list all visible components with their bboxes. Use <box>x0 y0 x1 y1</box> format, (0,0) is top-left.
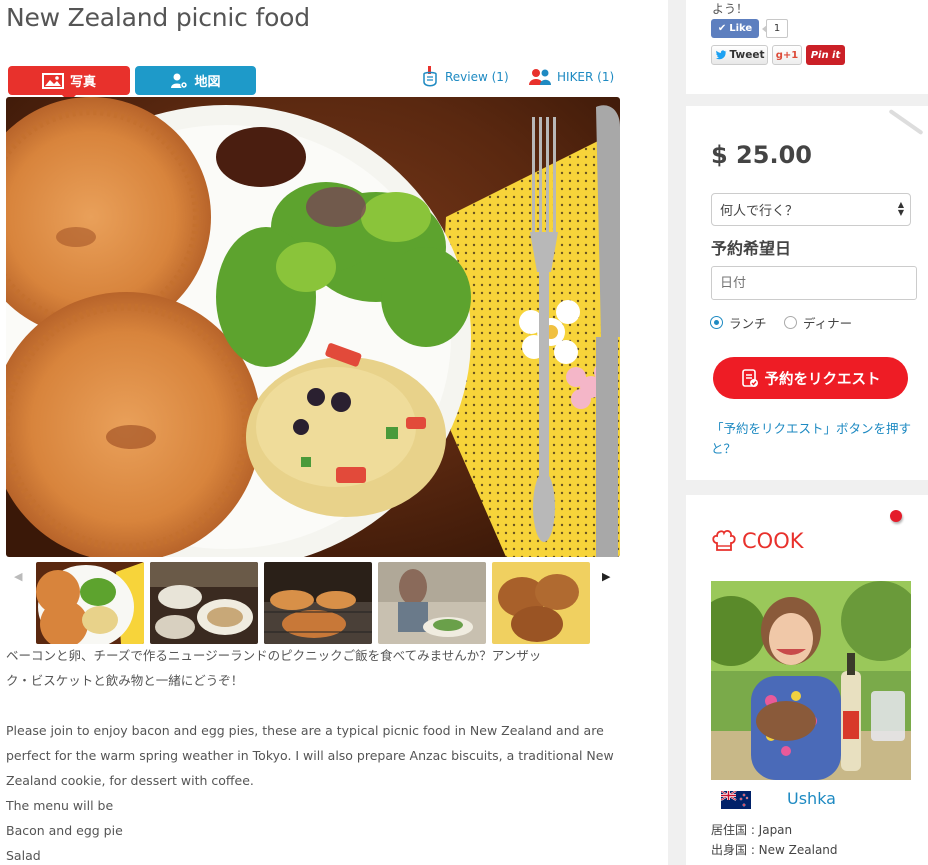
chef-hat-icon <box>712 529 736 551</box>
cook-heading: COOK <box>711 529 804 553</box>
review-link-label: Review (1) <box>445 70 509 84</box>
radio-dinner-label: ディナー <box>803 316 853 331</box>
social-text: よう！ <box>712 2 749 16</box>
radio-dinner-circle[interactable] <box>784 316 797 329</box>
radio-lunch-circle[interactable] <box>710 316 723 329</box>
new-zealand-flag-icon <box>721 791 751 809</box>
pinterest-button[interactable]: Pin it <box>806 45 845 65</box>
review-hand-icon <box>423 66 437 87</box>
thumbnail[interactable] <box>378 562 486 644</box>
twitter-bird-icon <box>715 50 726 60</box>
like-label: Like <box>729 23 753 34</box>
checklist-icon <box>741 369 758 387</box>
radio-lunch[interactable]: ランチ <box>710 313 767 332</box>
main-content: New Zealand picnic food 写真 地図 Review (1) <box>0 0 668 865</box>
thumbnail-image <box>492 562 590 644</box>
facebook-like-button[interactable]: ✔ Like <box>711 19 759 38</box>
description-line: Please join to enjoy bacon and egg pies,… <box>6 723 604 738</box>
tab-map[interactable]: 地図 <box>135 66 256 95</box>
tab-photo-label: 写真 <box>69 75 96 90</box>
thumbs-up-icon: ✔ <box>717 23 727 34</box>
cook-name-link[interactable]: Ushka <box>787 789 836 808</box>
thumbnail[interactable] <box>150 562 258 644</box>
thumbnail[interactable] <box>264 562 372 644</box>
food-photo-illustration <box>6 97 620 557</box>
thumb-prev-arrow[interactable]: ◀ <box>14 570 22 583</box>
tab-map-label: 地図 <box>194 75 221 90</box>
date-input[interactable] <box>711 266 917 300</box>
request-button-label: 予約をリクエスト <box>764 371 881 388</box>
cook-residence: 居住国 : Japan <box>711 823 793 837</box>
radio-lunch-label: ランチ <box>729 316 767 331</box>
description-line: Salad <box>6 848 41 863</box>
tweet-label: Tweet <box>729 49 765 61</box>
social-card: よう！ ✔ Like 1 Tweet g+1 Pin it <box>686 0 928 94</box>
google-plus-button[interactable]: g+1 <box>772 45 802 65</box>
thumbnail[interactable] <box>36 562 144 644</box>
thumbnail[interactable] <box>492 562 590 644</box>
price: $ 25.00 <box>711 141 812 169</box>
thumbnail-image <box>264 562 372 644</box>
cook-avatar[interactable] <box>711 581 911 780</box>
people-select-value: 何人で行く？ <box>720 204 799 219</box>
cook-card: COOK Ushka 居住国: Japan 出身国: New Zealand <box>686 495 928 865</box>
thumbnail-image <box>36 562 144 644</box>
thumbnail-image <box>378 562 486 644</box>
cook-origin: 出身国 : New Zealand <box>711 843 838 857</box>
tab-photo[interactable]: 写真 <box>8 66 130 102</box>
hiker-link[interactable]: HIKER (1) <box>528 66 614 88</box>
description-line: Bacon and egg pie <box>6 823 123 838</box>
request-help-link[interactable]: 「予約をリクエスト」ボタンを押すと？ <box>711 419 916 459</box>
select-arrows-icon: ▲ ▼ <box>897 200 904 217</box>
description-line: Zealand cookie, for dessert with coffee. <box>6 773 254 788</box>
people-select[interactable]: 何人で行く？ ▲ ▼ <box>711 193 911 226</box>
pen-decoration-icon <box>888 108 924 136</box>
photo-icon <box>41 72 64 89</box>
cook-photo-illustration <box>711 581 911 780</box>
description-line: ベーコンと卵、チーズで作るニュージーランドのピクニックご飯を食べてみませんか？ア… <box>6 648 542 663</box>
cook-heading-label: COOK <box>742 529 804 553</box>
main-food-photo[interactable] <box>6 97 620 557</box>
review-link[interactable]: Review (1) <box>420 66 509 88</box>
like-count: 1 <box>762 19 788 38</box>
map-pin-user-icon <box>171 73 189 89</box>
radio-dinner[interactable]: ディナー <box>784 313 852 332</box>
description-line: ク・ビスケットと飲み物と一緒にどうぞ！ <box>6 673 244 688</box>
description-japanese: ベーコンと卵、チーズで作るニュージーランドのピクニックご飯を食べてみませんか？ア… <box>6 643 626 693</box>
thumb-next-arrow[interactable]: ▶ <box>602 570 610 583</box>
booking-card: $ 25.00 何人で行く？ ▲▼ 予約希望日 ランチ ディナー 予約をリクエス… <box>686 106 928 480</box>
date-heading: 予約希望日 <box>711 239 792 258</box>
pushpin-icon <box>890 510 902 522</box>
page-title: New Zealand picnic food <box>6 3 310 32</box>
request-reservation-button[interactable]: 予約をリクエスト <box>713 357 908 399</box>
users-icon <box>529 69 551 85</box>
thumbnail-image <box>150 562 258 644</box>
hiker-link-label: HIKER (1) <box>557 70 615 84</box>
description-line: perfect for the warm spring weather in T… <box>6 748 614 763</box>
description-line: The menu will be <box>6 798 114 813</box>
tweet-button[interactable]: Tweet <box>711 45 768 65</box>
description-english: Please join to enjoy bacon and egg pies,… <box>6 718 626 865</box>
